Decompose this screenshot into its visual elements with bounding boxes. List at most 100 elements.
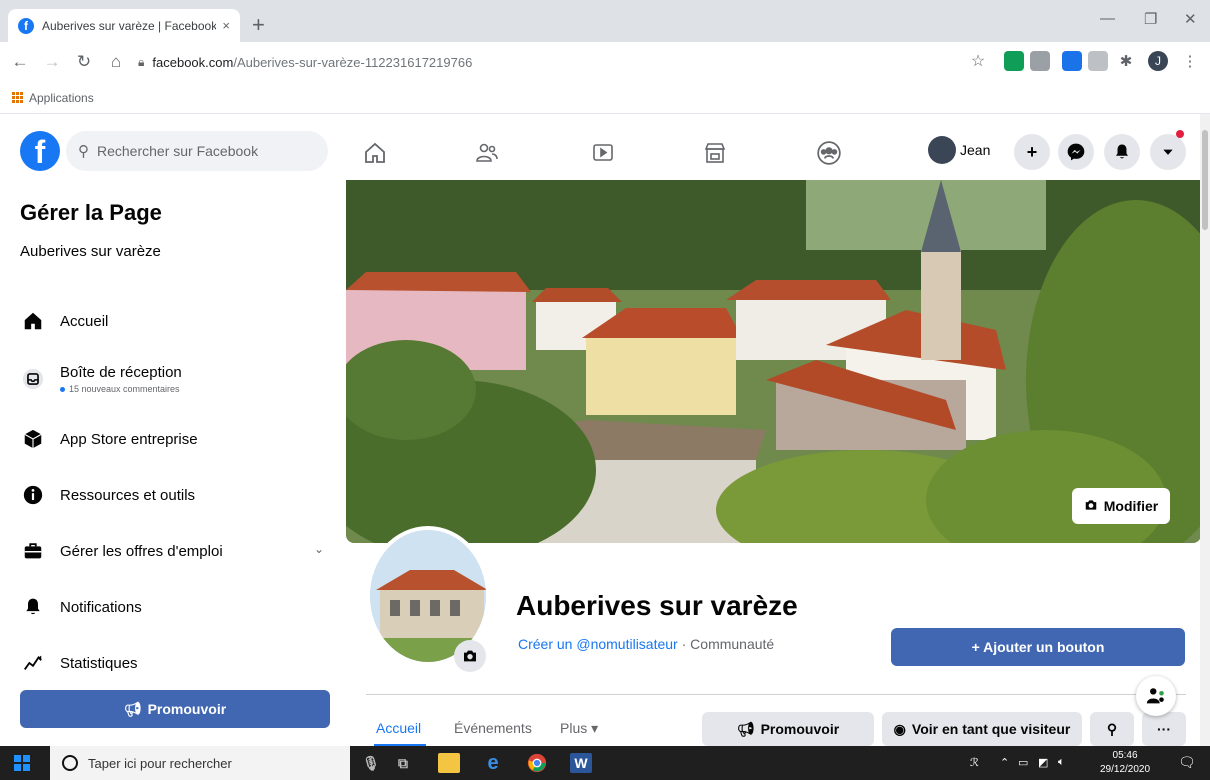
tab-close-icon[interactable]: × bbox=[222, 18, 230, 33]
windows-start-icon[interactable] bbox=[14, 755, 30, 771]
extension-green-icon[interactable] bbox=[1004, 51, 1024, 71]
forward-icon[interactable]: → bbox=[40, 52, 64, 72]
edge-icon[interactable]: e bbox=[482, 752, 504, 774]
page-meta: Créer un @nomutilisateur · Communauté bbox=[518, 636, 774, 652]
tray-chevron-icon[interactable]: ⌃ bbox=[1000, 756, 1009, 769]
promote-label: Promouvoir bbox=[147, 701, 227, 717]
eye-icon: ◉ bbox=[893, 720, 906, 737]
star-bookmark-icon[interactable]: ☆ bbox=[968, 51, 988, 71]
view-as-visitor-button[interactable]: ◉ Voir en tant que visiteur bbox=[882, 712, 1082, 746]
unread-dot bbox=[60, 386, 65, 392]
profile-avatar[interactable]: J bbox=[1148, 51, 1168, 71]
apps-grid-icon bbox=[12, 92, 23, 103]
profile-camera-icon[interactable] bbox=[454, 640, 486, 672]
search-icon: ⚲ bbox=[78, 143, 89, 160]
chevron-down-icon[interactable]: ⌄ bbox=[314, 542, 324, 556]
battery-icon[interactable]: ◩ bbox=[1038, 756, 1048, 769]
store-icon bbox=[18, 424, 48, 454]
url-path: /Auberives-sur-varèze-112231617219766 bbox=[233, 54, 473, 70]
new-tab-button[interactable]: + bbox=[252, 12, 265, 38]
file-explorer-icon[interactable] bbox=[438, 753, 460, 773]
network-icon[interactable]: ▭ bbox=[1018, 756, 1028, 769]
extension-icon[interactable] bbox=[1088, 51, 1108, 71]
extension-grey-icon[interactable] bbox=[1030, 51, 1050, 71]
page-title: Auberives sur varèze bbox=[516, 590, 798, 621]
system-clock[interactable]: 05:46 29/12/2020 bbox=[1100, 749, 1150, 777]
marketplace-nav-icon[interactable] bbox=[700, 138, 730, 168]
scrollbar-thumb[interactable] bbox=[1202, 130, 1208, 230]
tab-accueil[interactable]: Accueil bbox=[376, 720, 421, 736]
add-button-button[interactable]: + Ajouter un bouton bbox=[891, 628, 1185, 666]
browser-tabstrip: f Auberives sur varèze | Facebook × + — … bbox=[0, 0, 1210, 42]
sidebar-item-jobs[interactable]: Gérer les offres d'emploi ⌄ bbox=[18, 530, 336, 572]
home-nav-icon[interactable] bbox=[360, 138, 390, 168]
watch-nav-icon[interactable] bbox=[588, 138, 618, 168]
browser-tab[interactable]: f Auberives sur varèze | Facebook × bbox=[8, 9, 240, 42]
account-menu-icon[interactable] bbox=[1150, 134, 1186, 170]
page-category: · Communauté bbox=[677, 636, 775, 652]
promote-label: Promouvoir bbox=[760, 721, 840, 737]
puzzle-extensions-icon[interactable]: ✱ bbox=[1116, 51, 1136, 71]
clock-time: 05:46 bbox=[1112, 750, 1138, 761]
messenger-icon[interactable] bbox=[1058, 134, 1094, 170]
restore-icon[interactable]: ❐ bbox=[1144, 10, 1157, 28]
sidebar-item-accueil[interactable]: Accueil bbox=[18, 300, 336, 342]
create-button[interactable]: + bbox=[1014, 134, 1050, 170]
sidebar-item-label: App Store entreprise bbox=[60, 430, 198, 448]
url-field[interactable]: 🔒︎ facebook.com /Auberives-sur-varèze-11… bbox=[138, 48, 958, 76]
inbox-new-comments: 15 nouveaux commentaires bbox=[60, 384, 182, 394]
facebook-logo-icon[interactable]: f bbox=[20, 131, 60, 171]
word-icon[interactable]: W bbox=[570, 753, 592, 773]
people-float-icon[interactable] bbox=[1136, 676, 1176, 716]
sidebar-item-notifications[interactable]: Notifications bbox=[18, 586, 336, 628]
chrome-icon[interactable] bbox=[526, 753, 548, 773]
page-main: Modifier Auberives sur varèze Créer un @… bbox=[346, 180, 1210, 747]
sidebar-item-inbox[interactable]: Boîte de réception 15 nouveaux commentai… bbox=[18, 354, 336, 404]
facebook-search-input[interactable]: ⚲ Rechercher sur Facebook bbox=[66, 131, 328, 171]
sidebar-item-resources[interactable]: Ressources et outils bbox=[18, 474, 336, 516]
sidebar-promote-button[interactable]: 📢︎ Promouvoir bbox=[20, 690, 330, 728]
sidebar-item-statistics[interactable]: Statistiques bbox=[18, 642, 336, 684]
sidebar-page-name[interactable]: Auberives sur varèze bbox=[20, 243, 161, 260]
avatar bbox=[928, 136, 956, 164]
create-username-link[interactable]: Créer un @nomutilisateur bbox=[518, 636, 678, 652]
chart-icon bbox=[18, 648, 48, 678]
sidebar-item-label: Ressources et outils bbox=[60, 486, 196, 504]
page-search-button[interactable]: ⚲ bbox=[1090, 712, 1134, 746]
action-center-icon[interactable]: 🗨︎ bbox=[1178, 754, 1196, 771]
sidebar-item-app-store[interactable]: App Store entreprise bbox=[18, 418, 336, 460]
microphone-icon[interactable]: 🎙︎ bbox=[360, 753, 382, 773]
tab-plus[interactable]: Plus ▾ bbox=[560, 720, 598, 737]
bell-icon bbox=[18, 592, 48, 622]
inbox-sub-label: 15 nouveaux commentaires bbox=[69, 384, 180, 394]
extension-blue-icon[interactable] bbox=[1062, 51, 1082, 71]
inbox-icon bbox=[18, 364, 48, 394]
cover-photo bbox=[346, 180, 1201, 543]
groups-nav-icon[interactable] bbox=[814, 138, 844, 168]
browser-menu-icon[interactable]: ⋮ bbox=[1180, 51, 1200, 71]
bookmark-applications[interactable]: Applications bbox=[29, 91, 94, 105]
reload-icon[interactable]: ↻ bbox=[72, 52, 96, 72]
tab-evenements[interactable]: Événements bbox=[454, 720, 532, 736]
friends-nav-icon[interactable] bbox=[472, 138, 502, 168]
close-window-icon[interactable]: ✕ bbox=[1184, 10, 1197, 28]
back-icon[interactable]: ← bbox=[8, 52, 32, 72]
windows-taskbar: Taper ici pour rechercher 🎙︎ ⧉ e W ℛ ⌃ ▭… bbox=[0, 746, 1210, 780]
profile-chip[interactable]: Jean bbox=[928, 136, 990, 164]
promote-button[interactable]: 📢︎ Promouvoir bbox=[702, 712, 874, 746]
profile-name: Jean bbox=[960, 142, 991, 158]
sidebar-item-label: Boîte de réception bbox=[60, 364, 182, 381]
minimize-icon[interactable]: — bbox=[1100, 10, 1115, 27]
windows-search-input[interactable]: Taper ici pour rechercher bbox=[50, 746, 350, 780]
notifications-bell-icon[interactable] bbox=[1104, 134, 1140, 170]
people-tray-icon[interactable]: ℛ bbox=[970, 756, 979, 769]
windows-search-placeholder: Taper ici pour rechercher bbox=[88, 755, 232, 771]
facebook-favicon-icon: f bbox=[18, 17, 34, 34]
volume-icon[interactable]: 🔈︎ bbox=[1058, 756, 1065, 769]
task-view-icon[interactable]: ⧉ bbox=[392, 753, 414, 773]
url-domain: facebook.com bbox=[152, 54, 234, 70]
home-browser-icon[interactable]: ⌂ bbox=[104, 52, 128, 72]
more-options-button[interactable]: ··· bbox=[1142, 712, 1186, 746]
sidebar-item-label: Accueil bbox=[60, 312, 109, 330]
modify-cover-button[interactable]: Modifier bbox=[1072, 488, 1170, 524]
